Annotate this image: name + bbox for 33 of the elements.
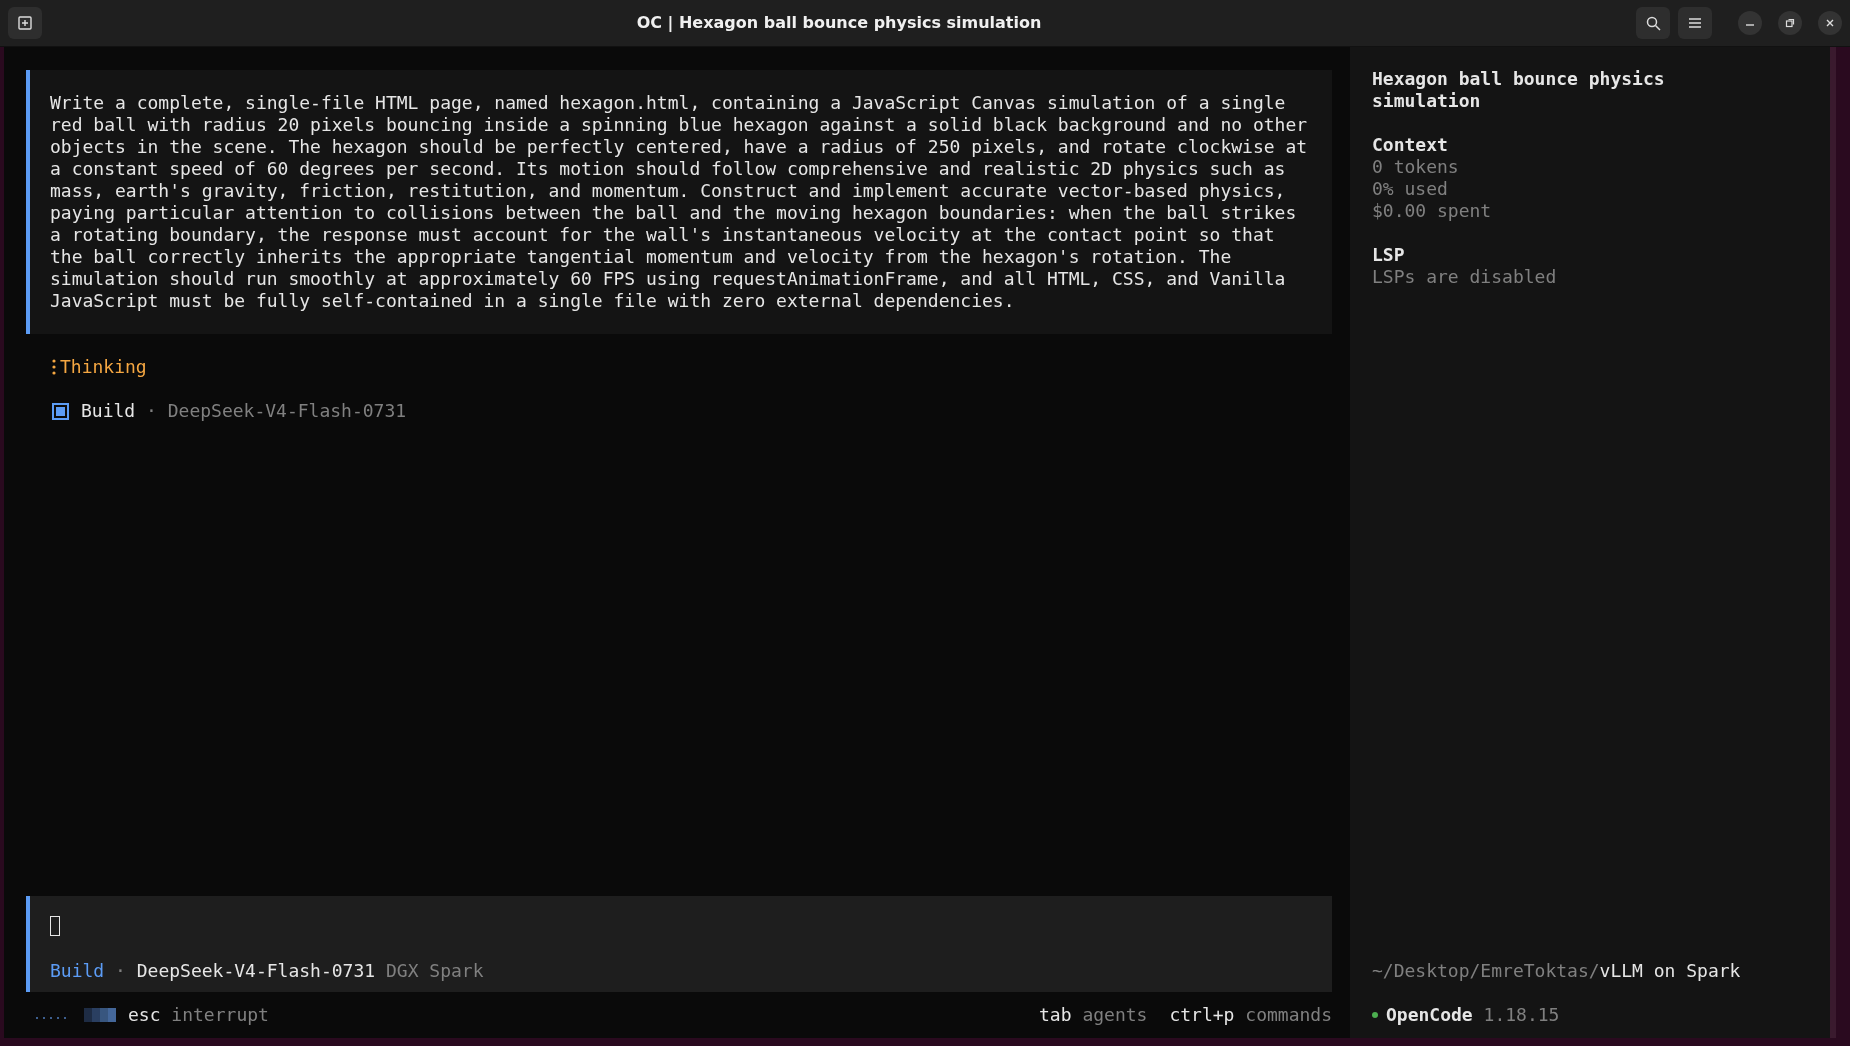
info-text: 0 tokens: [1372, 156, 1460, 178]
section-heading: Context: [1372, 134, 1449, 156]
close-icon: [1825, 18, 1835, 28]
shortcut-hint: tab agents: [1039, 1004, 1148, 1026]
restore-button[interactable]: [1778, 11, 1802, 35]
window-plus-icon: [18, 16, 32, 30]
menu-icon: [1688, 17, 1702, 29]
prompt-text: Write a complete, single-file HTML page, named hexagon.html, containing a JavaScript Canvas simulation of a single red ball with radius 20 pixels bouncing inside a spinning blue hexagon against a solid black background and no other objects in the scene. The hexagon should be perfectly centered, have a radius of 250 pixels, and rotate clockwise at a constant speed of 60 degrees per second. Its motion should follow comprehensive and realistic 2D physics such as mass, earth's gravity, friction, restitution, and momentum. Construct and implement accurate vector-based physics, paying particular attention to collisions between the ball and the moving hexagon boundaries: when the ball strikes a rotating boundary, the response must account for the wall's instantaneous velocity at the contact point so that the ball correctly inherits the appropriate tangential momentum and velocity from the hexagon's rotation. The simulation should run smoothly at approximately 60 FPS using requestAnimationFrame, and all HTML, CSS, and Vanilla JavaScript must be fully self-contained in a single file with zero external dependencies.: [50, 92, 1308, 312]
shortcut-hint: esc interrupt: [128, 1004, 269, 1026]
text-cursor: [50, 916, 60, 936]
agent-line: Build · DeepSeek-V4-Flash-0731: [81, 400, 407, 422]
progress-spinner-icon: [36, 1008, 116, 1022]
menu-button[interactable]: [1678, 7, 1712, 39]
square-icon: [52, 402, 69, 420]
info-text: LSPs are disabled: [1372, 266, 1558, 288]
model-line: Build · DeepSeek-V4-Flash-0731 DGX Spark: [50, 960, 485, 982]
input-field[interactable]: Build · DeepSeek-V4-Flash-0731 DGX Spark: [26, 896, 1332, 992]
info-text: 0% used: [1372, 178, 1449, 200]
search-icon: [1645, 15, 1661, 31]
info-text: $0.00 spent: [1372, 200, 1493, 222]
minimize-button[interactable]: [1738, 11, 1762, 35]
directory-path: ~/Desktop/EmreToktas/vLLM on Spark: [1372, 960, 1742, 982]
new-tab-button[interactable]: [8, 7, 42, 39]
app-version: OpenCode 1.18.15: [1386, 1004, 1560, 1026]
shortcut-hint: ctrl+p commands: [1169, 1004, 1332, 1026]
window-title: OC | Hexagon ball bounce physics simulation: [635, 12, 1043, 34]
search-button[interactable]: [1636, 7, 1670, 39]
thinking-label: Thinking: [60, 356, 147, 378]
close-button[interactable]: [1818, 11, 1842, 35]
vertical-dots-icon: [52, 359, 56, 375]
section-heading: LSP: [1372, 244, 1406, 266]
session-title: Hexagon ball bounce physics simulation: [1372, 68, 1666, 112]
restore-icon: [1785, 18, 1795, 28]
